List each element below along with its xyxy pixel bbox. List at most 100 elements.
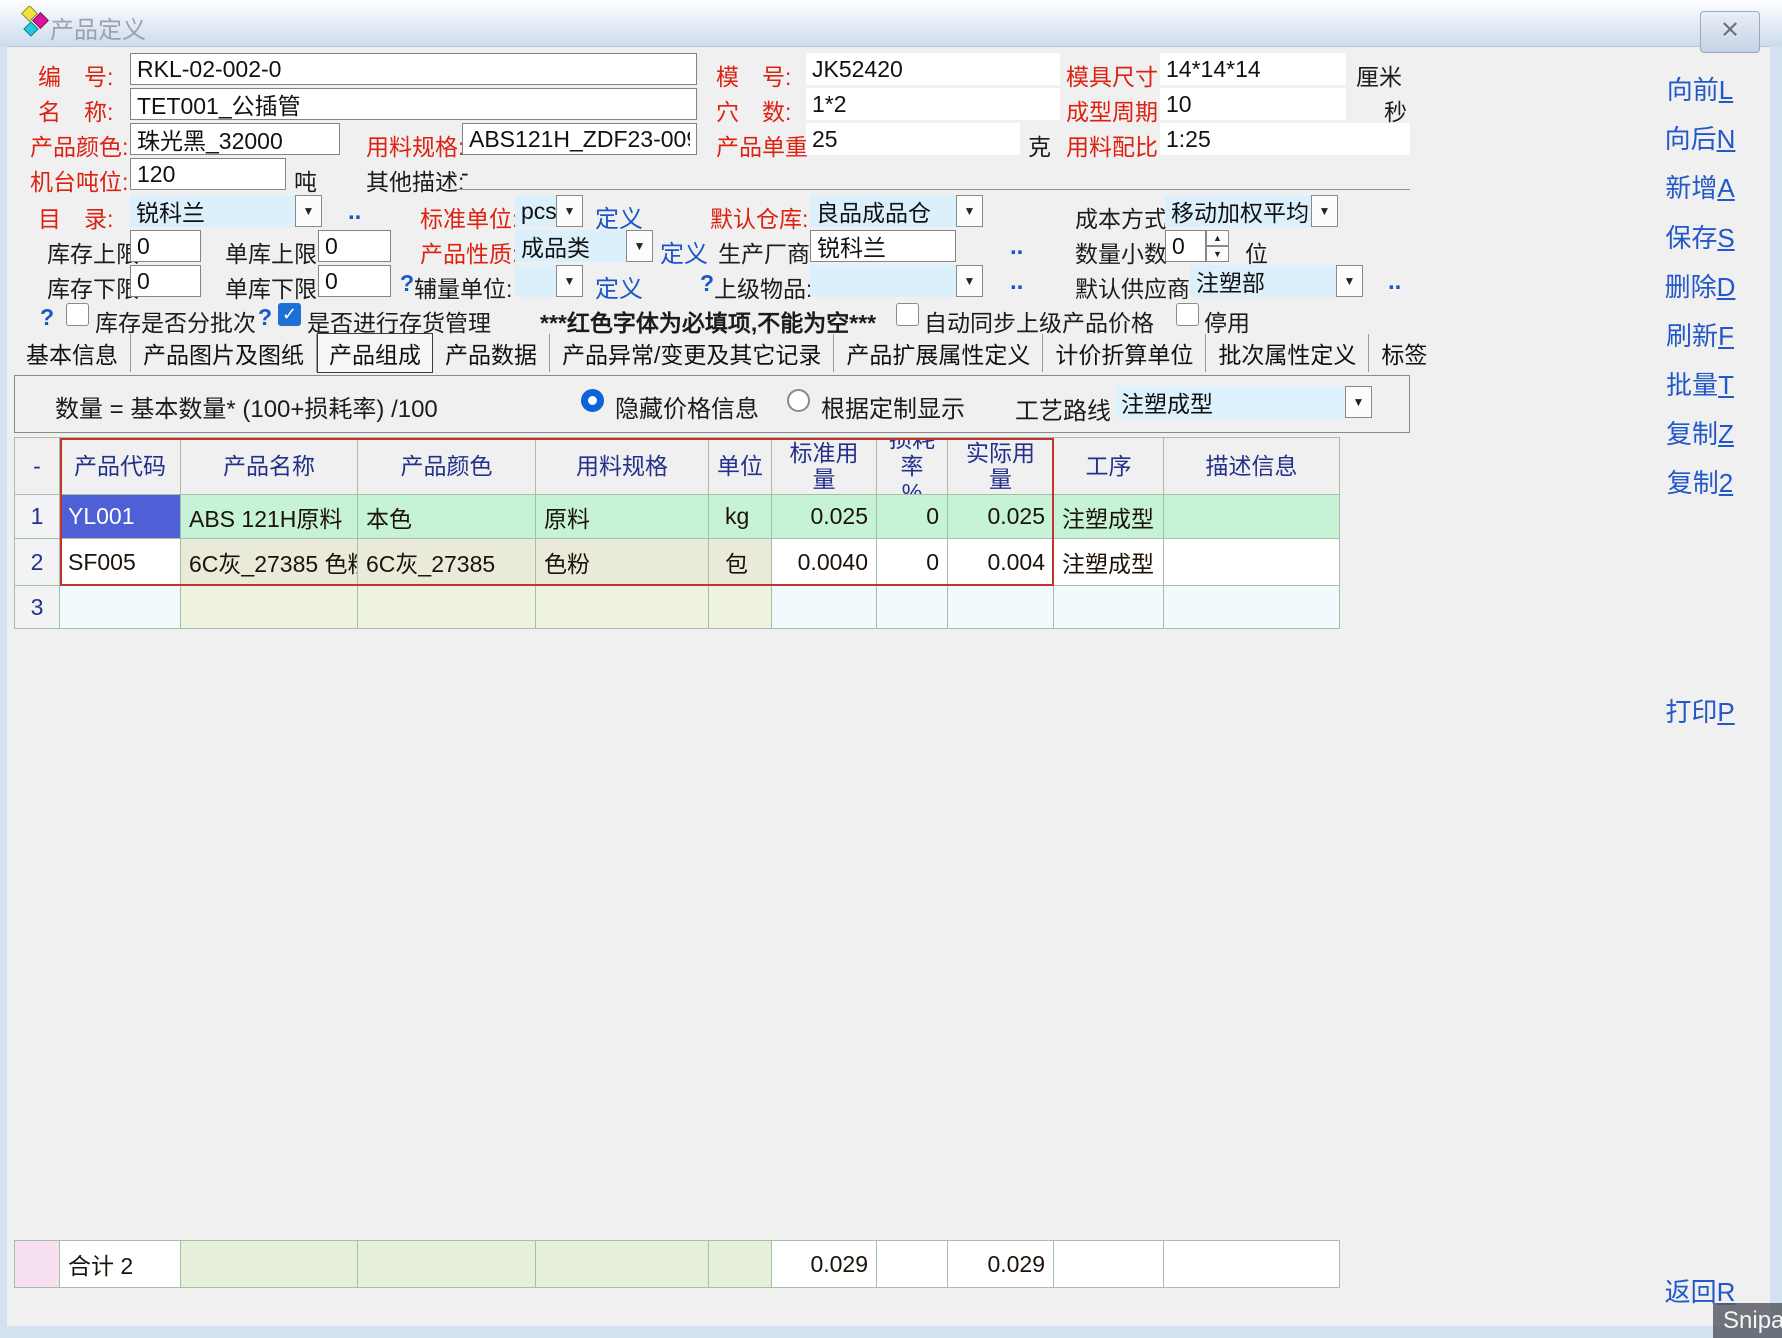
inventory-help-icon[interactable]: ? (258, 304, 272, 331)
cell-actual-qty[interactable]: 0.025 (948, 495, 1054, 539)
cell-actual-qty[interactable] (948, 586, 1054, 629)
default-supplier-more-button[interactable]: .. (1388, 268, 1401, 296)
aux-unit-dropdown-icon[interactable]: ▼ (556, 265, 583, 297)
default-warehouse-field[interactable]: 良品成品仓 (810, 195, 956, 227)
cell-spec[interactable] (536, 586, 709, 629)
product-color-input[interactable] (130, 123, 340, 155)
batch-checkbox[interactable] (66, 303, 89, 326)
stock-upper-input[interactable] (130, 230, 201, 262)
default-supplier-dropdown-icon[interactable]: ▼ (1336, 265, 1363, 297)
tab-product-composition[interactable]: 产品组成 (317, 333, 433, 373)
tab-extended-attrs[interactable]: 产品扩展属性定义 (834, 334, 1043, 372)
batch-help-icon[interactable]: ? (40, 304, 54, 331)
header-description[interactable]: 描述信息 (1164, 438, 1340, 495)
unit-weight-input[interactable] (806, 123, 1020, 155)
tab-pricing-units[interactable]: 计价折算单位 (1043, 334, 1206, 372)
hide-price-radio[interactable] (581, 389, 604, 412)
tab-basic-info[interactable]: 基本信息 (14, 334, 131, 372)
sync-price-checkbox[interactable] (896, 303, 919, 326)
manufacturer-more-button[interactable]: .. (1010, 233, 1023, 261)
copy-button[interactable]: 复制Z (1630, 414, 1770, 451)
cell-color[interactable] (358, 586, 536, 629)
header-product-name[interactable]: 产品名称 (181, 438, 358, 495)
row-number[interactable]: 3 (15, 586, 60, 629)
parent-item-field[interactable] (810, 265, 956, 297)
parent-item-dropdown-icon[interactable]: ▼ (956, 265, 983, 297)
stock-lower-input[interactable] (130, 265, 201, 297)
cell-std-qty[interactable]: 0.025 (772, 495, 877, 539)
cell-unit[interactable]: 包 (709, 539, 772, 586)
stepper-up-icon[interactable]: ▲ (1206, 230, 1229, 246)
header-unit[interactable]: 单位 (709, 438, 772, 495)
stepper-down-icon[interactable]: ▼ (1206, 246, 1229, 262)
cell-actual-qty[interactable]: 0.004 (948, 539, 1054, 586)
standard-unit-field[interactable]: pcs (515, 195, 556, 227)
cost-method-field[interactable]: 移动加权平均 (1165, 195, 1311, 227)
header-standard-qty[interactable]: 标准用量 (772, 438, 877, 495)
cell-color[interactable]: 6C灰_27385 (358, 539, 536, 586)
custom-display-radio[interactable] (787, 389, 810, 412)
cell-process[interactable]: 注塑成型 (1054, 539, 1164, 586)
cell-description[interactable] (1164, 539, 1340, 586)
decimal-places-input[interactable] (1165, 230, 1206, 262)
cell-loss-rate[interactable]: 0 (877, 539, 948, 586)
product-nature-define-link[interactable]: 定义 (660, 234, 708, 269)
default-warehouse-dropdown-icon[interactable]: ▼ (956, 195, 983, 227)
decimal-places-stepper[interactable]: ▲ ▼ (1206, 230, 1229, 262)
cell-std-qty[interactable]: 0.0040 (772, 539, 877, 586)
catalog-field[interactable]: 锐科兰 (130, 195, 295, 227)
header-loss-rate[interactable]: 损耗率 % (877, 438, 948, 495)
cell-unit[interactable] (709, 586, 772, 629)
tab-abnormal-records[interactable]: 产品异常/变更及其它记录 (550, 334, 834, 372)
delete-button[interactable]: 删除D (1630, 267, 1770, 304)
parent-item-help-icon[interactable]: ? (700, 270, 714, 297)
cell-color[interactable]: 本色 (358, 495, 536, 539)
material-ratio-input[interactable] (1160, 123, 1410, 155)
next-button[interactable]: 向后N (1630, 119, 1770, 156)
aux-unit-field[interactable] (515, 265, 556, 297)
row-number[interactable]: 2 (15, 539, 60, 586)
default-supplier-field[interactable]: 注塑部 (1190, 265, 1336, 297)
cell-spec[interactable]: 色粉 (536, 539, 709, 586)
manufacturer-input[interactable] (810, 230, 956, 262)
cycle-input[interactable] (1160, 88, 1346, 120)
row-number[interactable]: 1 (15, 495, 60, 539)
product-nature-field[interactable]: 成品类 (515, 230, 626, 262)
catalog-dropdown-icon[interactable]: ▼ (295, 195, 322, 227)
cell-loss-rate[interactable] (877, 586, 948, 629)
cell-loss-rate[interactable]: 0 (877, 495, 948, 539)
cell-process[interactable]: 注塑成型 (1054, 495, 1164, 539)
header-product-color[interactable]: 产品颜色 (358, 438, 536, 495)
standard-unit-define-link[interactable]: 定义 (595, 199, 643, 234)
cell-name[interactable]: 6C灰_27385 色粉 (181, 539, 358, 586)
tab-images-drawings[interactable]: 产品图片及图纸 (131, 334, 317, 372)
cell-name[interactable] (181, 586, 358, 629)
cell-std-qty[interactable] (772, 586, 877, 629)
cavity-input[interactable] (806, 88, 1060, 120)
print-button[interactable]: 打印P (1630, 692, 1770, 729)
tab-product-data[interactable]: 产品数据 (433, 334, 550, 372)
cell-spec[interactable]: 原料 (536, 495, 709, 539)
warehouse-lower-input[interactable] (318, 265, 391, 297)
cell-code-selected[interactable]: YL001 (60, 495, 181, 539)
add-button[interactable]: 新增A (1630, 168, 1770, 205)
cost-method-dropdown-icon[interactable]: ▼ (1311, 195, 1338, 227)
machine-tonnage-input[interactable] (130, 158, 286, 190)
product-nature-dropdown-icon[interactable]: ▼ (626, 230, 653, 262)
mold-size-input[interactable] (1160, 53, 1346, 85)
cell-description[interactable] (1164, 586, 1340, 629)
inventory-checkbox[interactable]: ✓ (278, 303, 301, 326)
prev-button[interactable]: 向前L (1630, 70, 1770, 107)
header-material-spec[interactable]: 用料规格 (536, 438, 709, 495)
cell-code[interactable] (60, 586, 181, 629)
refresh-button[interactable]: 刷新F (1630, 316, 1770, 353)
save-button[interactable]: 保存S (1630, 218, 1770, 255)
cell-process[interactable] (1054, 586, 1164, 629)
process-route-dropdown-icon[interactable]: ▼ (1345, 386, 1372, 418)
header-actual-qty[interactable]: 实际用量 (948, 438, 1054, 495)
catalog-more-button[interactable]: .. (348, 198, 361, 226)
tab-batch-attrs[interactable]: 批次属性定义 (1206, 334, 1369, 372)
header-process[interactable]: 工序 (1054, 438, 1164, 495)
standard-unit-dropdown-icon[interactable]: ▼ (556, 195, 583, 227)
cell-name[interactable]: ABS 121H原料 (181, 495, 358, 539)
